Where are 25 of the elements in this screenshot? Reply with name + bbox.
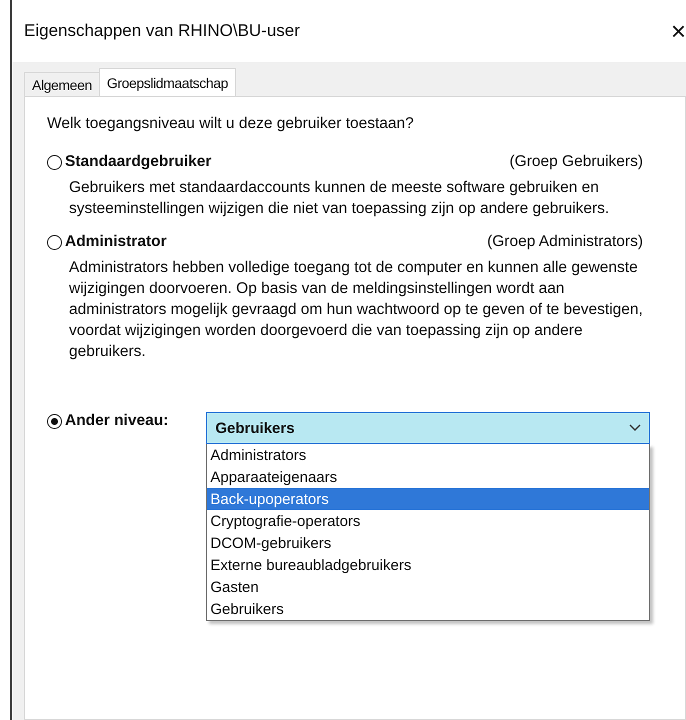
dropdown-item[interactable]: DCOM-gebruikers bbox=[207, 532, 650, 554]
option-description: Administrators hebben volledige toegang tot de computer en kunnen alle gewenste wijzigingen doorvoeren. Op basis van de meldingsinstellingen wordt aan administrators mogelijk gevraagd om hun wachtwoord op te geven of te bevestigen, voordat wijzigingen worden doorgevoerd die van toepassing zijn op andere gebruikers. bbox=[69, 258, 644, 362]
radio-button[interactable] bbox=[47, 154, 62, 170]
dropdown-item[interactable]: Externe bureaubladgebruikers bbox=[207, 554, 650, 576]
option-description: Gebruikers met standaardaccounts kunnen de meeste software gebruiken en systeeminstellingen wijzigen die niet van toepassing zijn op andere gebruikers. bbox=[69, 178, 610, 219]
chevron-icon bbox=[629, 424, 642, 432]
radio-option[interactable]: Administrator bbox=[47, 233, 167, 251]
dropdown-item[interactable]: Apparaateigenaars bbox=[207, 466, 650, 488]
window-title: Eigenschappen van RHINO\BU-user bbox=[24, 21, 300, 41]
level-dropdown[interactable]: Gebruikers bbox=[206, 412, 650, 444]
question-text: Welk toegangsniveau wilt u deze gebruiker toestaan? bbox=[47, 115, 415, 133]
tab[interactable]: Algemeen bbox=[24, 72, 100, 96]
group-label: (Groep Gebruikers) bbox=[509, 153, 643, 171]
dropdown-item[interactable]: Cryptografie-operators bbox=[207, 510, 650, 532]
radio-button[interactable] bbox=[47, 414, 62, 428]
tab[interactable]: Groepslidmaatschap bbox=[98, 68, 236, 96]
dropdown-item[interactable]: Gasten bbox=[207, 576, 650, 598]
dropdown-item[interactable]: Back-upoperators bbox=[207, 488, 650, 510]
dropdown-item[interactable]: Gebruikers bbox=[207, 598, 650, 620]
group-label: (Groep Administrators) bbox=[487, 233, 643, 251]
radio-option[interactable]: Ander niveau: bbox=[47, 412, 168, 430]
radio-option[interactable]: Standaardgebruiker bbox=[47, 153, 212, 171]
radio-button[interactable] bbox=[47, 234, 62, 250]
dropdown-item[interactable]: Administrators bbox=[207, 444, 650, 466]
close-button[interactable]: × bbox=[662, 16, 686, 46]
